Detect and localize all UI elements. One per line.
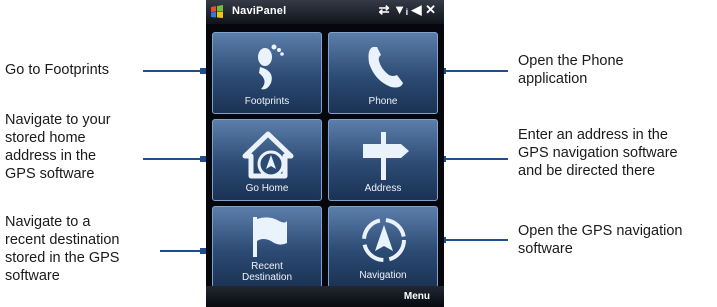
callout-phone: Open the Phone application bbox=[518, 53, 624, 87]
tile-label: Address bbox=[364, 183, 402, 194]
tile-grid: Footprints Phone Go Home Address Recent … bbox=[206, 24, 444, 288]
tile-label: Recent Destination bbox=[241, 261, 293, 283]
title-bar: NaviPanel ⇄ ▼ᵢ ◀ ✕ bbox=[206, 0, 444, 24]
tile-label: Navigation bbox=[359, 270, 407, 281]
leader-line-navigation bbox=[443, 239, 508, 241]
tile-footprints[interactable]: Footprints bbox=[212, 32, 322, 114]
tile-label: Footprints bbox=[244, 96, 290, 107]
leader-line-phone bbox=[443, 70, 508, 72]
leader-line-footprints bbox=[143, 70, 203, 72]
menu-softkey[interactable]: Menu bbox=[404, 291, 430, 302]
phone-screen: NaviPanel ⇄ ▼ᵢ ◀ ✕ Footprints Phone Go H… bbox=[206, 0, 444, 307]
tile-label: Go Home bbox=[245, 183, 289, 194]
callout-address: Enter an address in the GPS navigation s… bbox=[518, 127, 678, 179]
leader-line-recent bbox=[160, 250, 203, 252]
callout-navigation: Open the GPS navigation software bbox=[518, 223, 683, 257]
tile-recent-destination[interactable]: Recent Destination bbox=[212, 206, 322, 288]
tile-label: Phone bbox=[368, 96, 398, 107]
tile-go-home[interactable]: Go Home bbox=[212, 119, 322, 201]
tile-address[interactable]: Address bbox=[328, 119, 438, 201]
leader-line-home bbox=[143, 158, 203, 160]
app-title: NaviPanel bbox=[232, 5, 287, 17]
tile-navigation[interactable]: Navigation bbox=[328, 206, 438, 288]
leader-line-address bbox=[443, 158, 508, 160]
soft-key-bar: Menu bbox=[206, 286, 444, 307]
callout-recent: Navigate to a recent destination stored … bbox=[5, 214, 120, 284]
tile-phone[interactable]: Phone bbox=[328, 32, 438, 114]
windows-logo-icon[interactable] bbox=[210, 5, 224, 19]
status-icons[interactable]: ⇄ ▼ᵢ ◀ ✕ bbox=[379, 2, 436, 18]
callout-home: Navigate to your stored home address in … bbox=[5, 112, 111, 182]
callout-footprints: Go to Footprints bbox=[5, 62, 109, 78]
